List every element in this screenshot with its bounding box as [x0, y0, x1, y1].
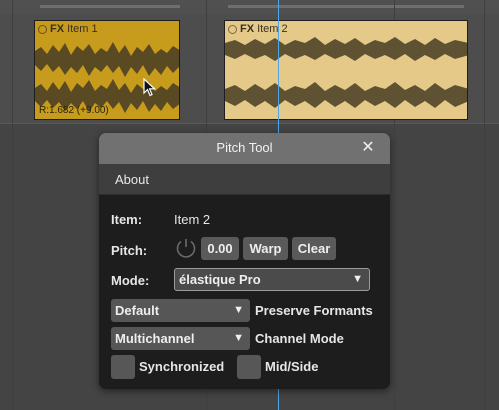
channel-select-value: Multichannel: [115, 331, 195, 346]
power-icon[interactable]: [38, 24, 47, 34]
waveform-strip: [40, 5, 180, 8]
dropdown-arrow-icon: ▼: [233, 304, 244, 316]
power-icon[interactable]: [228, 24, 237, 34]
mode-label: Mode:: [111, 273, 150, 288]
waveform: [225, 37, 467, 108]
item-label: Item:: [111, 212, 143, 227]
channel-mode-select[interactable]: Multichannel ▼: [111, 327, 250, 350]
playrate-label: R:1.682 (+9.00): [39, 105, 109, 116]
item-header: FX Item 1: [38, 23, 98, 35]
mode-select-value: élastique Pro: [179, 272, 261, 287]
menu-about[interactable]: About: [115, 172, 149, 187]
pitch-tool-dialog: Pitch Tool ✕ About Item: Item 2 Pitch: 0…: [99, 133, 390, 389]
channel-mode-label: Channel Mode: [255, 331, 344, 346]
waveform-strip: [228, 5, 464, 8]
dialog-body: Item: Item 2 Pitch: 0.00 Warp Clear Mode…: [99, 195, 390, 389]
formant-select[interactable]: Default ▼: [111, 299, 250, 322]
fx-label[interactable]: FX: [240, 23, 254, 35]
media-item-1[interactable]: FX Item 1 R:1.682 (+9.00): [34, 20, 180, 120]
dropdown-arrow-icon: ▼: [352, 273, 363, 285]
preserve-formants-label: Preserve Formants: [255, 303, 373, 318]
media-item-2[interactable]: FX Item 2: [224, 20, 468, 120]
pitch-knob-icon[interactable]: [175, 237, 197, 259]
dialog-titlebar[interactable]: Pitch Tool ✕: [99, 133, 390, 164]
warp-button[interactable]: Warp: [243, 237, 288, 260]
synchronized-label: Synchronized: [139, 359, 225, 374]
dialog-title: Pitch Tool: [216, 140, 273, 155]
item-name: Item 1: [67, 23, 98, 35]
dialog-menubar: About: [99, 164, 390, 195]
mouse-pointer-icon: [143, 78, 157, 97]
pitch-label: Pitch:: [111, 243, 148, 258]
midside-label: Mid/Side: [265, 359, 319, 374]
grid-line: [12, 0, 13, 410]
formant-select-value: Default: [115, 303, 160, 318]
dropdown-arrow-icon: ▼: [233, 332, 244, 344]
fx-label[interactable]: FX: [50, 23, 64, 35]
pitch-value-field[interactable]: 0.00: [201, 237, 239, 260]
item-name: Item 2: [257, 23, 288, 35]
item-value: Item 2: [174, 212, 211, 227]
close-icon[interactable]: ✕: [359, 139, 377, 157]
grid-line: [484, 0, 485, 410]
mode-select[interactable]: élastique Pro ▼: [174, 268, 370, 291]
synchronized-checkbox[interactable]: [111, 355, 135, 379]
track-top: [0, 0, 499, 14]
clear-button[interactable]: Clear: [292, 237, 336, 260]
midside-checkbox[interactable]: [237, 355, 261, 379]
